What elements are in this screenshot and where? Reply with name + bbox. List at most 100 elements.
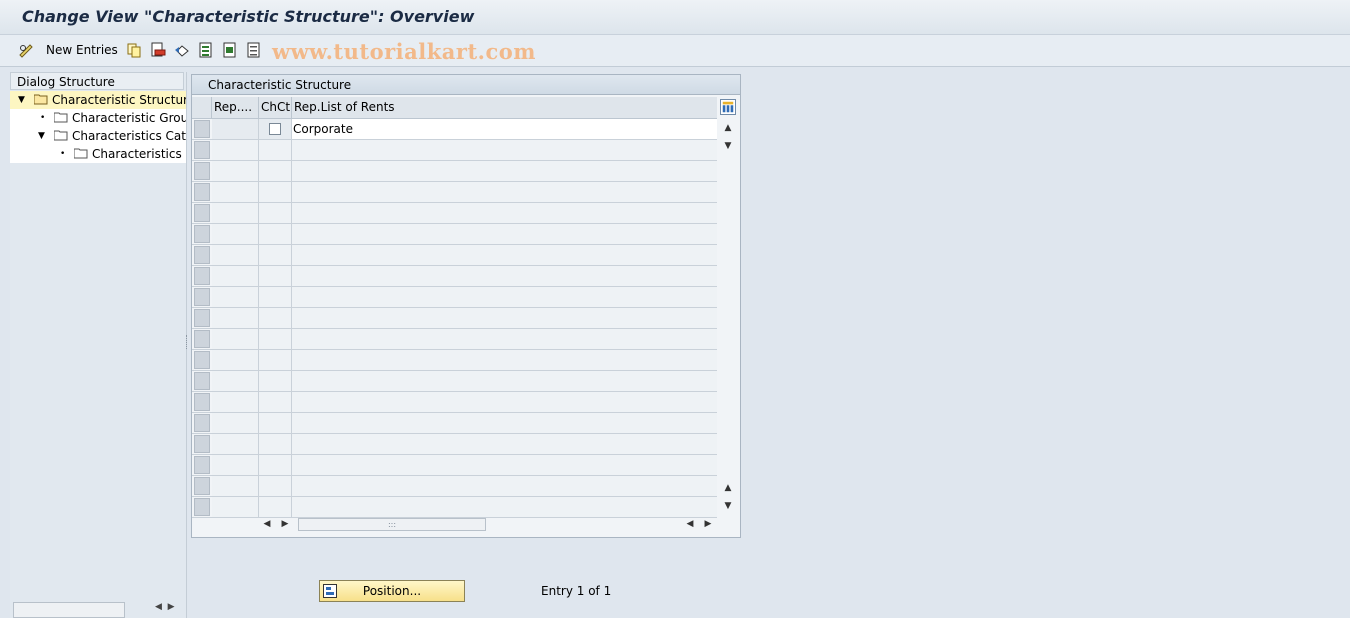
rep-list-cell[interactable] [292,203,717,223]
table-row[interactable] [192,497,717,518]
table-row[interactable] [192,371,717,392]
row-selector[interactable] [194,225,210,243]
scroll-right-icon[interactable]: ▶ [277,519,293,529]
copy-button[interactable] [126,41,142,59]
table-row[interactable] [192,413,717,434]
expand-triangle-icon[interactable]: ▼ [18,91,25,109]
tree-scroll-arrows[interactable]: ◀ ▶ [155,602,175,612]
rep-list-cell[interactable] [292,224,717,244]
chct-cell[interactable] [259,224,292,244]
row-selector[interactable] [194,162,210,180]
scroll-left-icon[interactable]: ◀ [682,519,698,529]
new-entries-button[interactable]: New Entries [46,41,118,59]
rep-list-cell[interactable] [292,182,717,202]
scroll-left-icon[interactable]: ◀ [259,519,275,529]
chct-cell[interactable] [259,497,292,517]
rep-list-cell[interactable] [292,287,717,307]
rep-list-cell[interactable] [292,392,717,412]
column-header-chct[interactable]: ChCt [259,97,292,118]
select-block-button[interactable] [222,41,238,59]
scroll-up-icon[interactable]: ▲ [720,123,736,133]
rep-cell[interactable] [212,203,259,223]
rep-list-cell[interactable] [292,434,717,454]
rep-list-cell[interactable] [292,245,717,265]
table-row[interactable] [192,350,717,371]
table-row[interactable] [192,476,717,497]
chct-cell[interactable] [259,413,292,433]
row-selector[interactable] [194,393,210,411]
undo-button[interactable] [174,41,190,59]
table-horizontal-scrollbar[interactable]: ◀ ▶ ::: ◀ ▶ [192,516,740,534]
chct-cell[interactable] [259,287,292,307]
rep-list-cell[interactable] [292,329,717,349]
tree-node-characteristic-groups[interactable]: • Characteristic Groups [10,109,186,127]
row-selector[interactable] [194,246,210,264]
scroll-down-icon[interactable]: ▼ [720,501,736,511]
table-vertical-scrollbar[interactable]: ▲ ▼ ▲ ▼ [720,119,736,517]
table-row[interactable]: Corporate [192,119,717,140]
rep-cell[interactable] [212,497,259,517]
row-selector[interactable] [194,351,210,369]
row-selector[interactable] [194,435,210,453]
tree-node-characteristics-pe[interactable]: • Characteristics pe [10,145,186,163]
rep-list-cell[interactable] [292,476,717,496]
scroll-down-icon[interactable]: ▼ [720,141,736,151]
chct-cell[interactable] [259,371,292,391]
row-selector[interactable] [194,414,210,432]
scroll-right-icon[interactable]: ▶ [700,519,716,529]
position-button[interactable]: Position... [319,580,465,602]
rep-list-cell[interactable] [292,371,717,391]
column-header-rep-list[interactable]: Rep.List of Rents [292,97,717,118]
delete-button[interactable] [150,41,166,59]
row-selector[interactable] [194,309,210,327]
row-selector[interactable] [194,183,210,201]
rep-list-cell[interactable] [292,455,717,475]
rep-cell[interactable] [212,371,259,391]
row-selector[interactable] [194,141,210,159]
table-row[interactable] [192,245,717,266]
rep-list-cell[interactable] [292,413,717,433]
rep-cell[interactable] [212,308,259,328]
glasses-edit-button[interactable] [18,41,34,59]
table-row[interactable] [192,182,717,203]
table-row[interactable] [192,434,717,455]
chct-cell[interactable] [259,476,292,496]
rep-list-cell[interactable] [292,308,717,328]
expand-triangle-icon[interactable]: ▼ [38,127,45,145]
chct-checkbox[interactable] [269,123,281,135]
rep-cell[interactable] [212,287,259,307]
select-all-button[interactable] [198,41,214,59]
chct-cell[interactable] [259,455,292,475]
chct-cell[interactable] [259,203,292,223]
rep-cell[interactable] [212,329,259,349]
table-row[interactable] [192,203,717,224]
table-row[interactable] [192,161,717,182]
table-row[interactable] [192,308,717,329]
rep-cell[interactable] [212,119,259,139]
table-row[interactable] [192,266,717,287]
scroll-up-icon[interactable]: ▲ [720,483,736,493]
rep-list-cell[interactable] [292,266,717,286]
rep-cell[interactable] [212,245,259,265]
row-selector[interactable] [194,120,210,138]
deselect-all-button[interactable] [246,41,262,59]
table-row[interactable] [192,287,717,308]
rep-cell[interactable] [212,350,259,370]
chct-cell[interactable] [259,161,292,181]
row-selector[interactable] [194,330,210,348]
rep-list-cell[interactable]: Corporate [292,119,717,139]
select-all-rows-corner[interactable] [192,97,212,118]
rep-cell[interactable] [212,161,259,181]
table-settings-icon[interactable] [720,99,736,115]
row-selector[interactable] [194,456,210,474]
rep-list-cell[interactable] [292,497,717,517]
table-row[interactable] [192,455,717,476]
chct-cell[interactable] [259,392,292,412]
tree-node-characteristic-structure[interactable]: ▼ Characteristic Structure [10,91,186,109]
rep-list-cell[interactable] [292,140,717,160]
row-selector[interactable] [194,477,210,495]
row-selector[interactable] [194,204,210,222]
horizontal-scroll-thumb[interactable]: ::: [298,518,486,531]
rep-cell[interactable] [212,224,259,244]
chct-cell[interactable] [259,266,292,286]
